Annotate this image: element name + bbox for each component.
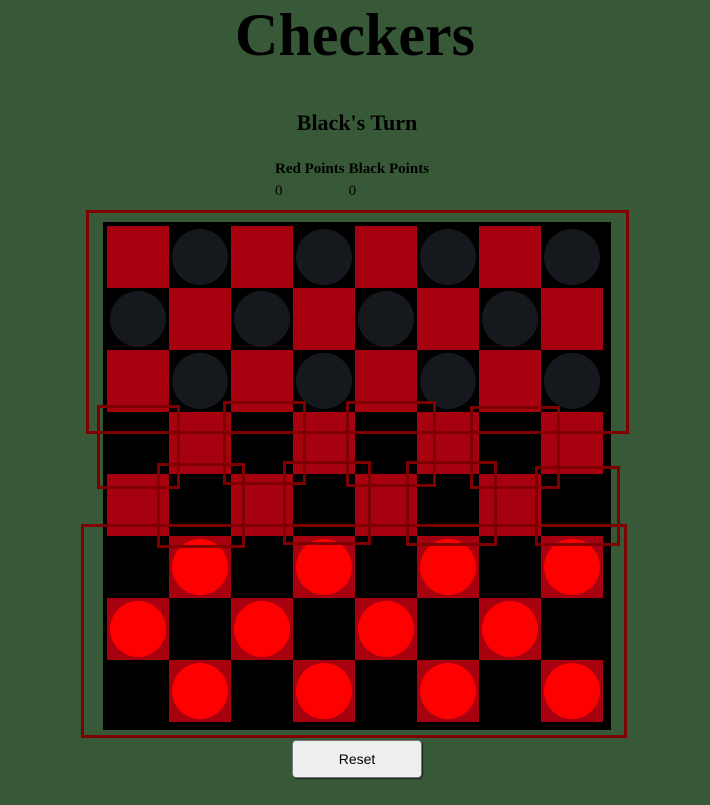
red-checker-piece[interactable]: [420, 663, 476, 719]
red-points-label: Red Points: [275, 160, 345, 177]
board-square-dark[interactable]: [169, 598, 231, 660]
board-square-dark[interactable]: [355, 412, 417, 474]
board-square-light[interactable]: [293, 536, 355, 598]
board-square-light[interactable]: [231, 350, 293, 412]
scoreboard: Red Points Black Points 0 0: [275, 158, 433, 202]
game-title: Checkers: [235, 2, 475, 68]
red-checker-piece[interactable]: [110, 601, 166, 657]
board-square-dark[interactable]: [169, 474, 231, 536]
board-square-light[interactable]: [541, 536, 603, 598]
board-square-dark[interactable]: [355, 288, 417, 350]
black-checker-piece[interactable]: [420, 353, 476, 409]
board-square-dark[interactable]: [107, 660, 169, 722]
red-checker-piece[interactable]: [358, 601, 414, 657]
board-square-light[interactable]: [107, 350, 169, 412]
board-square-dark[interactable]: [541, 598, 603, 660]
board-square-dark[interactable]: [231, 536, 293, 598]
board-square-light[interactable]: [417, 288, 479, 350]
black-checker-piece[interactable]: [172, 229, 228, 285]
red-checker-piece[interactable]: [296, 539, 352, 595]
red-checker-piece[interactable]: [420, 539, 476, 595]
board-square-light[interactable]: [355, 350, 417, 412]
checkers-board: [103, 222, 611, 730]
black-checker-piece[interactable]: [296, 229, 352, 285]
turn-indicator: Black's Turn: [296, 110, 418, 135]
black-checker-piece[interactable]: [172, 353, 228, 409]
board-square-light[interactable]: [107, 226, 169, 288]
board-square-light[interactable]: [293, 288, 355, 350]
board-square-dark[interactable]: [355, 660, 417, 722]
board-square-dark[interactable]: [293, 474, 355, 536]
black-checker-piece[interactable]: [420, 229, 476, 285]
board-square-light[interactable]: [479, 598, 541, 660]
board-square-light[interactable]: [169, 412, 231, 474]
board-square-dark[interactable]: [293, 598, 355, 660]
board-square-dark[interactable]: [417, 350, 479, 412]
board-square-dark[interactable]: [231, 412, 293, 474]
board-square-light[interactable]: [417, 660, 479, 722]
board-square-light[interactable]: [479, 474, 541, 536]
black-checker-piece[interactable]: [296, 353, 352, 409]
board-square-light[interactable]: [479, 226, 541, 288]
board-square-dark[interactable]: [355, 536, 417, 598]
board-square-dark[interactable]: [231, 288, 293, 350]
black-checker-piece[interactable]: [110, 291, 166, 347]
board-square-light[interactable]: [169, 536, 231, 598]
board-square-dark[interactable]: [479, 288, 541, 350]
reset-button[interactable]: Reset: [292, 740, 422, 778]
board-square-dark[interactable]: [417, 226, 479, 288]
board-square-light[interactable]: [107, 474, 169, 536]
board-square-light[interactable]: [355, 226, 417, 288]
red-checker-piece[interactable]: [172, 539, 228, 595]
red-checker-piece[interactable]: [172, 663, 228, 719]
board-square-dark[interactable]: [293, 350, 355, 412]
black-checker-piece[interactable]: [358, 291, 414, 347]
board-square-dark[interactable]: [479, 536, 541, 598]
red-points-value: 0: [275, 182, 283, 199]
board-square-light[interactable]: [541, 412, 603, 474]
board-square-light[interactable]: [417, 412, 479, 474]
red-checker-piece[interactable]: [544, 539, 600, 595]
red-checker-piece[interactable]: [482, 601, 538, 657]
board-square-dark[interactable]: [541, 350, 603, 412]
board-square-light[interactable]: [293, 660, 355, 722]
board-square-light[interactable]: [169, 288, 231, 350]
black-checker-piece[interactable]: [482, 291, 538, 347]
red-checker-piece[interactable]: [296, 663, 352, 719]
black-points-label: Black Points: [348, 160, 430, 177]
black-checker-piece[interactable]: [544, 353, 600, 409]
board-square-dark[interactable]: [541, 474, 603, 536]
board-square-light[interactable]: [107, 598, 169, 660]
board-square-dark[interactable]: [107, 412, 169, 474]
board-square-dark[interactable]: [479, 660, 541, 722]
board-square-light[interactable]: [169, 660, 231, 722]
board-square-light[interactable]: [231, 226, 293, 288]
board-square-light[interactable]: [479, 350, 541, 412]
board-square-light[interactable]: [231, 598, 293, 660]
board-square-dark[interactable]: [417, 474, 479, 536]
board-square-light[interactable]: [541, 660, 603, 722]
black-checker-piece[interactable]: [544, 229, 600, 285]
red-checker-piece[interactable]: [544, 663, 600, 719]
board-square-dark[interactable]: [293, 226, 355, 288]
board-square-dark[interactable]: [479, 412, 541, 474]
board-square-dark[interactable]: [541, 226, 603, 288]
board-square-dark[interactable]: [417, 598, 479, 660]
board-square-dark[interactable]: [107, 536, 169, 598]
board-square-dark[interactable]: [231, 660, 293, 722]
board-square-light[interactable]: [231, 474, 293, 536]
black-points-value: 0: [348, 182, 357, 199]
board-square-dark[interactable]: [169, 350, 231, 412]
board-square-light[interactable]: [355, 598, 417, 660]
board-square-light[interactable]: [355, 474, 417, 536]
board-square-dark[interactable]: [169, 226, 231, 288]
board-square-light[interactable]: [293, 412, 355, 474]
board-square-light[interactable]: [541, 288, 603, 350]
board-square-dark[interactable]: [107, 288, 169, 350]
red-checker-piece[interactable]: [234, 601, 290, 657]
black-checker-piece[interactable]: [234, 291, 290, 347]
board-square-light[interactable]: [417, 536, 479, 598]
